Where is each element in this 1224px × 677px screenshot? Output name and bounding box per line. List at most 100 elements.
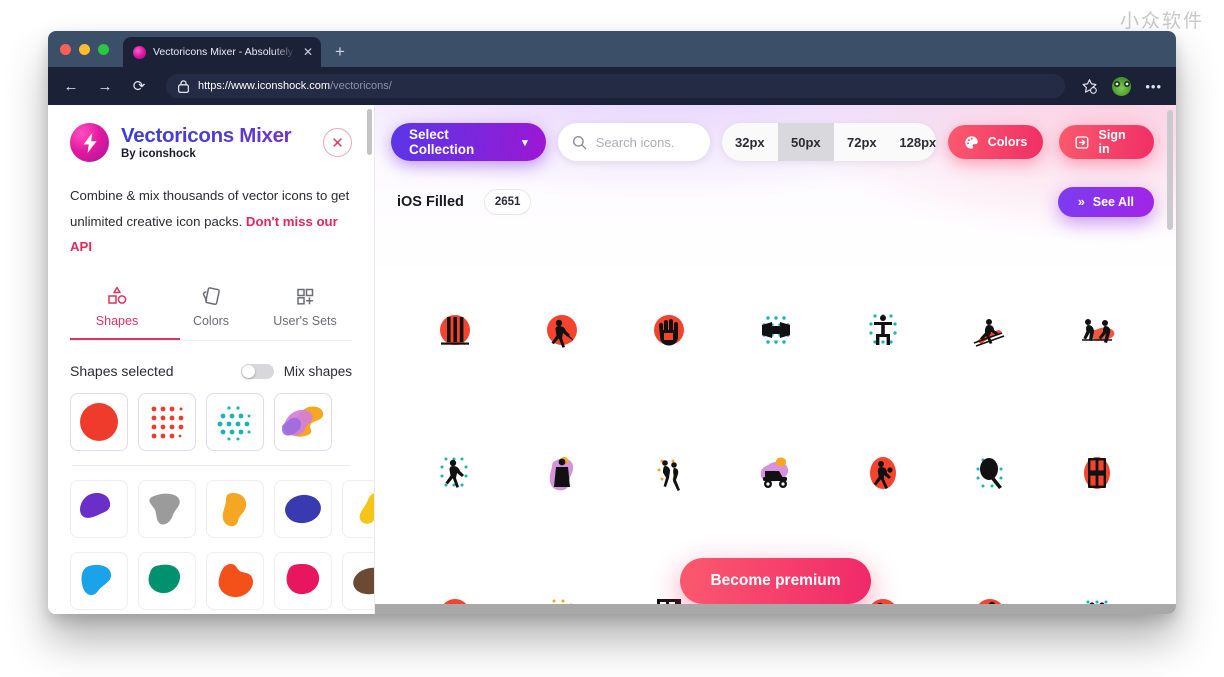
bottom-bar: [375, 604, 1176, 614]
search-placeholder: Search icons.: [595, 134, 675, 150]
icon-size-selector: 32px 50px 72px 128px: [721, 123, 936, 161]
tab-close-icon[interactable]: ✕: [303, 46, 313, 58]
shapes-selected-label: Shapes selected: [70, 363, 174, 380]
shape-swatch-dots-teal[interactable]: [206, 393, 264, 452]
icon-skier[interactable]: [936, 261, 1043, 403]
forward-button[interactable]: →: [96, 79, 114, 94]
select-collection-label: Select Collection: [409, 127, 475, 157]
sidebar-item-shapes[interactable]: Shapes: [70, 286, 164, 340]
shape-swatch-brown[interactable]: [342, 552, 374, 611]
colors-button-label: Colors: [987, 135, 1028, 149]
brand-text: Vectoricons Mixer By iconshock: [121, 124, 311, 161]
icon-figure-dots[interactable]: [829, 261, 936, 403]
new-tab-button[interactable]: +: [335, 42, 345, 62]
sidebar-description: Combine & mix thousands of vector icons …: [70, 183, 352, 260]
shape-swatch-orange[interactable]: [206, 480, 264, 539]
icon-runner-dots[interactable]: [401, 403, 508, 545]
icon-bars-circle[interactable]: [401, 261, 508, 403]
icon-bowtie-dots[interactable]: [722, 261, 829, 403]
page-content: Vectoricons Mixer By iconshock ✕ Combine…: [48, 105, 1176, 614]
shape-swatch-circle-red[interactable]: [70, 393, 128, 452]
size-option-128[interactable]: 128px: [890, 123, 935, 161]
size-option-72[interactable]: 72px: [834, 123, 890, 161]
see-all-label: See All: [1092, 195, 1134, 209]
palette-icon: [964, 135, 978, 149]
browser-menu-button[interactable]: •••: [1145, 80, 1162, 93]
watermark: 小众软件: [1119, 10, 1204, 32]
mix-shapes-label: Mix shapes: [283, 363, 352, 379]
shape-swatch-skyblue[interactable]: [70, 552, 128, 611]
sign-in-button[interactable]: Sign in: [1059, 125, 1154, 159]
size-option-50[interactable]: 50px: [777, 123, 834, 161]
sidebar-item-users-sets[interactable]: User's Sets: [258, 286, 352, 340]
back-button[interactable]: ←: [62, 79, 80, 94]
icon-window-oval[interactable]: [1043, 403, 1150, 545]
maximize-window-button[interactable]: [98, 43, 109, 55]
icon-racket-dots[interactable]: [936, 403, 1043, 545]
selected-shapes-row: [70, 393, 352, 452]
sidebar-scrollbar[interactable]: [367, 109, 372, 155]
icon-hand-circle[interactable]: [615, 261, 722, 403]
star-icon[interactable]: [1081, 78, 1098, 95]
colors-cards-icon: [200, 286, 222, 307]
collection-count-badge: 2651: [483, 189, 532, 215]
browser-toolbar: ← → ⟳ https://www.iconshock.com/vectoric…: [48, 67, 1176, 105]
minimize-window-button[interactable]: [79, 43, 90, 55]
size-option-32[interactable]: 32px: [722, 123, 778, 161]
favicon-icon: [133, 45, 146, 59]
shapes-divider: [72, 465, 350, 467]
icon-dancers[interactable]: [1043, 261, 1150, 403]
active-tab-underline: [70, 338, 180, 341]
avatar[interactable]: [1112, 76, 1132, 96]
icon-dancer-dots[interactable]: [615, 403, 722, 545]
signin-arrow-icon: [1075, 135, 1089, 149]
chevron-down-icon: ▾: [522, 136, 528, 149]
shape-swatch-indigo[interactable]: [274, 480, 332, 539]
mix-shapes-control[interactable]: Mix shapes: [240, 363, 352, 379]
address-bar[interactable]: https://www.iconshock.com/vectoricons/: [166, 74, 1066, 98]
icon-grid: [375, 217, 1176, 614]
url-path: /vectoricons/: [330, 80, 392, 92]
select-collection-button[interactable]: Select Collection ▾: [391, 123, 546, 161]
icon-player-circle[interactable]: [829, 403, 936, 545]
mix-shapes-toggle[interactable]: [240, 363, 274, 379]
icon-suit-blob[interactable]: [508, 403, 615, 545]
reload-button[interactable]: ⟳: [130, 79, 148, 94]
shape-swatch-pink[interactable]: [274, 552, 332, 611]
shape-swatch-blob-multicolor[interactable]: [274, 393, 332, 452]
shape-swatch-green[interactable]: [138, 552, 196, 611]
icon-runner-circle[interactable]: [508, 261, 615, 403]
sidebar-tab-label: User's Sets: [273, 314, 337, 329]
search-input[interactable]: Search icons.: [557, 123, 710, 161]
shape-swatch-gray[interactable]: [138, 480, 196, 539]
main-scrollbar[interactable]: [1167, 110, 1173, 230]
page-title: Vectoricons Mixer: [121, 124, 311, 148]
browser-tab[interactable]: Vectoricons Mixer - Absolutely ✕: [123, 37, 321, 67]
bolt-icon: [70, 123, 109, 162]
sidebar-item-colors[interactable]: Colors: [164, 286, 258, 340]
window-traffic-lights: [60, 31, 123, 67]
close-panel-button[interactable]: ✕: [323, 128, 352, 157]
see-all-chevron-icon: »: [1077, 195, 1085, 209]
main-toolbar: Select Collection ▾ Search icons. 32px 5…: [375, 105, 1176, 161]
shape-swatch-dots-red[interactable]: [138, 393, 196, 452]
shapes-header: Shapes selected Mix shapes: [70, 363, 352, 379]
colors-button[interactable]: Colors: [947, 125, 1044, 159]
lock-icon: [178, 79, 189, 93]
brand-subtitle: By iconshock: [121, 148, 196, 161]
collection-name: iOS Filled: [397, 194, 464, 210]
shape-swatch-violet[interactable]: [70, 480, 128, 539]
url-text: https://www.iconshock.com/vectoricons/: [198, 80, 392, 92]
close-window-button[interactable]: [60, 43, 71, 55]
sidebar-panel: Vectoricons Mixer By iconshock ✕ Combine…: [48, 105, 375, 614]
user-sets-icon: [294, 286, 316, 307]
tab-title: Vectoricons Mixer - Absolutely: [153, 46, 294, 58]
browser-tab-strip: Vectoricons Mixer - Absolutely ✕ +: [48, 31, 1176, 67]
see-all-button[interactable]: » See All: [1057, 187, 1154, 217]
sidebar-tab-label: Shapes: [95, 314, 139, 329]
become-premium-button[interactable]: Become premium: [680, 558, 871, 604]
icon-cart-blob[interactable]: [722, 403, 829, 545]
sidebar-tab-label: Colors: [192, 314, 230, 329]
shape-swatch-yellow[interactable]: [342, 480, 374, 539]
shape-swatch-orangered[interactable]: [206, 552, 264, 611]
